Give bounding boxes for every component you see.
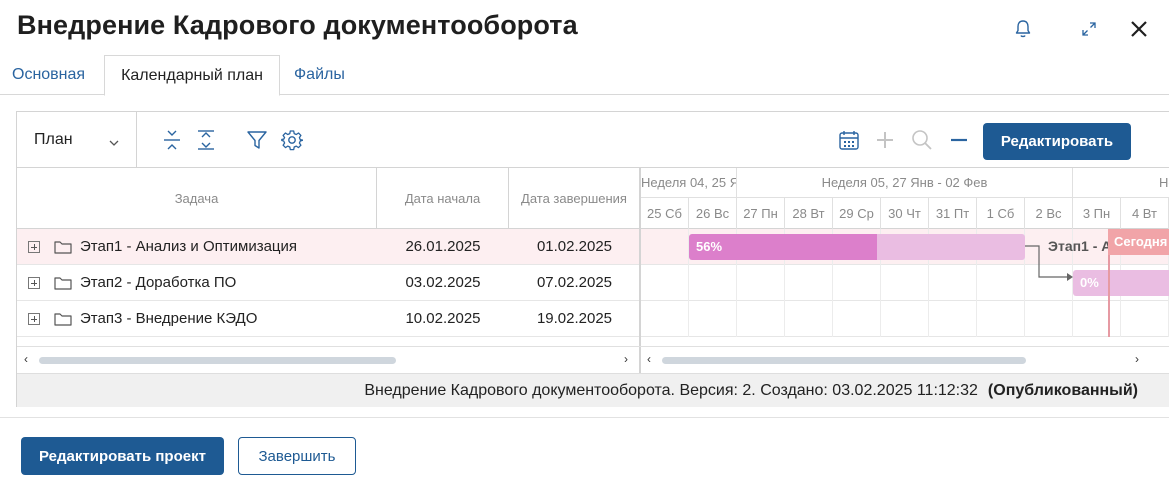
gantt-day-label: 26 Вс — [689, 198, 737, 229]
footer-divider — [0, 417, 1169, 418]
toolbar: План Редактировать — [17, 112, 1169, 168]
bell-icon[interactable] — [1010, 16, 1036, 42]
scroll-right-icon[interactable]: › — [1135, 352, 1139, 366]
status-badge: (Опубликованный) — [987, 382, 1138, 399]
tab-bar: Основная Календарный план Файлы — [0, 55, 1169, 96]
status-bar: Внедрение Кадрового документооборота. Ве… — [17, 373, 1169, 407]
gantt-week-label: Неделя 06 — [1073, 168, 1169, 197]
dependency-arrow — [1025, 245, 1073, 281]
scrollbar-row: ‹ › ‹ › — [17, 346, 1169, 372]
filter-icon[interactable] — [243, 126, 271, 154]
task-end-date: 19.02.2025 — [536, 310, 613, 327]
column-header-start[interactable]: Дата начала — [377, 168, 509, 228]
task-end-date: 07.02.2025 — [536, 274, 613, 291]
today-marker-label: Сегодня — [1108, 229, 1169, 255]
gantt-day-label: 3 Пн — [1073, 198, 1121, 229]
collapse-rows-icon[interactable] — [158, 126, 186, 154]
folder-icon — [54, 276, 72, 295]
gantt-day-label: 28 Вт — [785, 198, 833, 229]
folder-icon — [54, 240, 72, 259]
gantt-panel: План Редактировать Задача Дата начала Да… — [16, 111, 1169, 407]
tab-main[interactable]: Основная — [12, 55, 85, 95]
task-name: Этап2 - Доработка ПО — [80, 274, 237, 291]
expand-icon[interactable] — [1076, 16, 1102, 42]
gantt-day-label: 2 Вс — [1025, 198, 1073, 229]
task-start-date: 10.02.2025 — [405, 310, 481, 327]
chevron-down-icon — [109, 134, 119, 152]
expand-row-icon[interactable] — [28, 241, 40, 253]
gantt-week-label: Неделя 05, 27 Янв - 02 Фев — [737, 168, 1073, 197]
task-start-date: 26.01.2025 — [405, 238, 481, 255]
gantt-bar[interactable]: 56% — [689, 234, 1025, 260]
gantt-day-label: 25 Сб — [641, 198, 689, 229]
task-list: Этап1 - Анализ и Оптимизация 26.01.2025 … — [17, 229, 640, 337]
gantt-day-label: 4 Вт — [1121, 198, 1169, 229]
gantt-bar-percent: 56% — [696, 239, 723, 254]
tab-calendar-plan[interactable]: Календарный план — [104, 55, 280, 96]
expand-row-icon[interactable] — [28, 277, 40, 289]
gantt-day-label: 1 Сб — [977, 198, 1025, 229]
view-select-label: План — [34, 131, 73, 148]
scroll-left-icon[interactable]: ‹ — [647, 352, 651, 366]
table-row[interactable]: Этап1 - Анализ и Оптимизация 26.01.2025 … — [17, 229, 639, 265]
tab-files[interactable]: Файлы — [294, 55, 345, 95]
gantt-day-label: 31 Пт — [929, 198, 977, 229]
task-end-date: 01.02.2025 — [536, 238, 613, 255]
version-info: Внедрение Кадрового документооборота. Ве… — [364, 382, 978, 399]
gantt-bar[interactable]: 0% — [1073, 270, 1169, 296]
settings-icon[interactable] — [278, 126, 306, 154]
edit-project-button[interactable]: Редактировать проект — [21, 437, 224, 475]
gantt-scrollbar[interactable] — [662, 357, 1026, 364]
view-select[interactable]: План — [17, 112, 137, 167]
column-header-task[interactable]: Задача — [17, 168, 377, 228]
task-name: Этап3 - Внедрение КЭДО — [80, 310, 258, 327]
gantt-week-row: Неделя 04, 25 Янв Неделя 05, 27 Янв - 02… — [641, 168, 1169, 198]
expand-row-icon[interactable] — [28, 313, 40, 325]
zoom-in-icon[interactable] — [871, 126, 899, 154]
close-icon[interactable] — [1126, 16, 1152, 42]
gantt-bar-percent: 0% — [1080, 275, 1099, 290]
calendar-icon[interactable] — [835, 126, 863, 154]
gantt-day-label: 30 Чт — [881, 198, 929, 229]
gantt-day-label: 29 Ср — [833, 198, 881, 229]
table-row[interactable]: Этап3 - Внедрение КЭДО 10.02.2025 19.02.… — [17, 301, 639, 337]
task-name: Этап1 - Анализ и Оптимизация — [80, 238, 298, 255]
finish-button[interactable]: Завершить — [238, 437, 356, 475]
table-row[interactable]: Этап2 - Доработка ПО 03.02.2025 07.02.20… — [17, 265, 639, 301]
search-icon[interactable] — [908, 126, 936, 154]
gantt-chart: 56% Этап1 - Анализ и Оптимизация 0% Сего… — [641, 229, 1169, 337]
scroll-right-icon[interactable]: › — [624, 352, 628, 366]
scroll-left-icon[interactable]: ‹ — [24, 352, 28, 366]
gantt-week-label: Неделя 04, 25 Янв — [641, 168, 737, 197]
page-title: Внедрение Кадрового документооборота — [17, 10, 578, 40]
gantt-day-label: 27 Пн — [737, 198, 785, 229]
gantt-day-row: 25 Сб 26 Вс 27 Пн 28 Вт 29 Ср 30 Чт 31 Пт 1 Сб 2… — [641, 198, 1169, 229]
gantt-row — [641, 301, 1169, 337]
task-start-date: 03.02.2025 — [405, 274, 481, 291]
folder-icon — [54, 312, 72, 331]
grid-scrollbar[interactable] — [39, 357, 396, 364]
zoom-out-icon[interactable] — [945, 126, 973, 154]
edit-button[interactable]: Редактировать — [983, 123, 1131, 160]
gantt-bar-remaining — [877, 234, 1025, 260]
column-header-end[interactable]: Дата завершения — [509, 168, 640, 228]
expand-rows-icon[interactable] — [192, 126, 220, 154]
